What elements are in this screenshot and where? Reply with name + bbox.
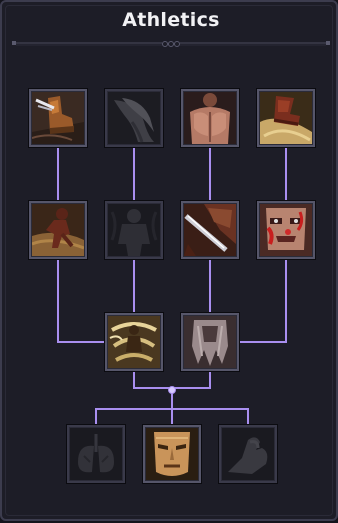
skill-slot-whirlwind-dodge[interactable]	[105, 313, 163, 371]
leather-boot-icon	[260, 92, 312, 144]
lungs-icon	[70, 428, 122, 480]
skill-slot-sprinting-figure[interactable]	[29, 201, 87, 259]
skill-slot-shadow-figure[interactable]	[105, 201, 163, 259]
skill-slot-blade-strike[interactable]	[181, 201, 239, 259]
skill-slot-leather-boot[interactable]	[257, 89, 315, 147]
stern-face-icon	[146, 428, 198, 480]
tattered-cloak-icon	[184, 316, 236, 368]
skill-slot-lungs[interactable]	[67, 425, 125, 483]
bloodied-face-icon	[260, 204, 312, 256]
whirlwind-dodge-icon	[108, 316, 160, 368]
blade-strike-icon	[184, 204, 236, 256]
skill-slot-flexed-arm[interactable]	[219, 425, 277, 483]
dash-whirl-icon	[108, 92, 160, 144]
skill-tree-panel: Athletics	[0, 0, 338, 521]
skill-slot-tattered-cloak[interactable]	[181, 313, 239, 371]
muscular-back-icon	[184, 92, 236, 144]
skill-slot-bloodied-face[interactable]	[257, 201, 315, 259]
shadow-figure-icon	[108, 204, 160, 256]
boot-kick-icon	[32, 92, 84, 144]
skill-slot-dash-whirl[interactable]	[105, 89, 163, 147]
skill-slot-boot-kick[interactable]	[29, 89, 87, 147]
sprinting-figure-icon	[32, 204, 84, 256]
skill-slot-muscular-back[interactable]	[181, 89, 239, 147]
flexed-arm-icon	[222, 428, 274, 480]
skill-slot-stern-face[interactable]	[143, 425, 201, 483]
